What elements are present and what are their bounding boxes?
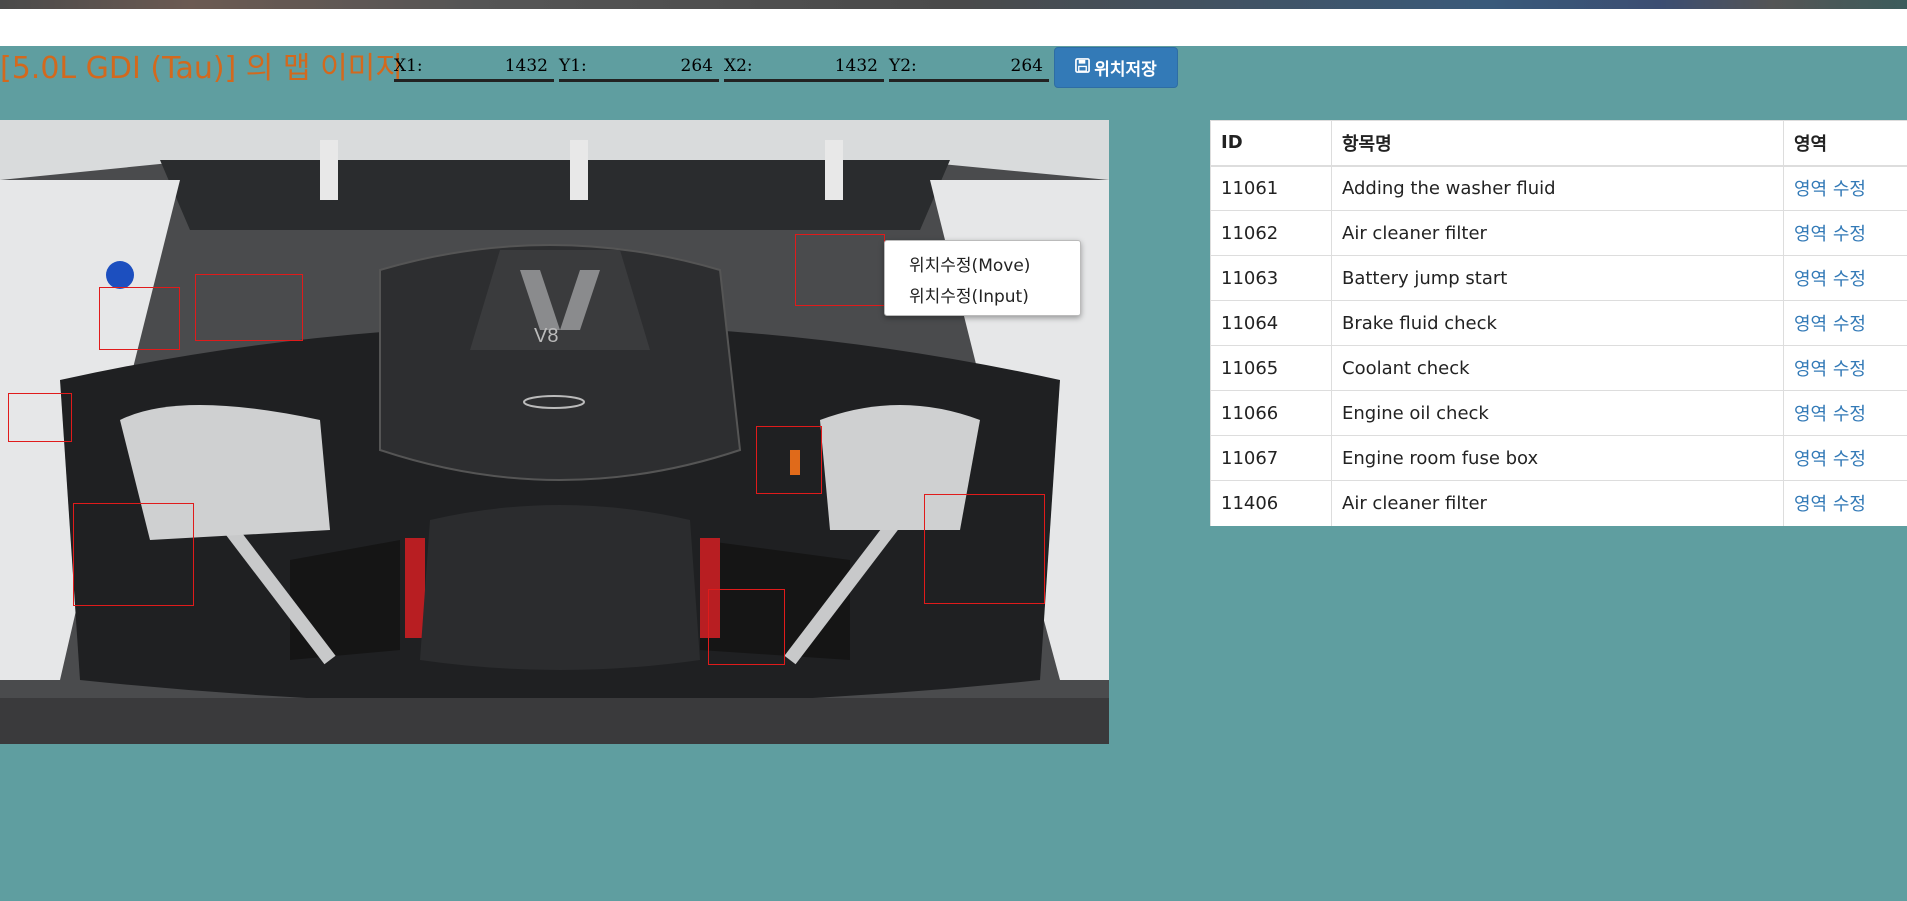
- engine-bay-illustration: V8: [0, 120, 1109, 744]
- page-title: [5.0L GDI (Tau)] 의 맵 이미지: [0, 51, 403, 86]
- row-id: 11064: [1210, 300, 1332, 346]
- y1-field[interactable]: Y1: 264: [559, 55, 719, 82]
- context-menu: 위치수정(Move) 위치수정(Input): [884, 240, 1081, 316]
- edit-area-link[interactable]: 영역 수정: [1783, 480, 1907, 526]
- col-id-header: ID: [1210, 120, 1332, 167]
- y2-value: 264: [1010, 56, 1043, 76]
- x2-value: 1432: [834, 56, 878, 76]
- edit-area-link[interactable]: 영역 수정: [1783, 345, 1907, 391]
- hotspot-engine-oil[interactable]: [756, 426, 822, 494]
- hotspot-air-filter[interactable]: [924, 494, 1045, 604]
- row-name: Adding the washer fluid: [1331, 165, 1784, 211]
- row-id: 11063: [1210, 255, 1332, 301]
- row-id: 11062: [1210, 210, 1332, 256]
- table-row: 11064 Brake fluid check 영역 수정: [1210, 300, 1907, 346]
- row-name: Engine room fuse box: [1331, 435, 1784, 481]
- table-row: 11406 Air cleaner filter 영역 수정: [1210, 480, 1907, 526]
- row-id: 11406: [1210, 480, 1332, 526]
- save-position-button[interactable]: 위치저장: [1054, 47, 1178, 88]
- y2-label: Y2:: [889, 56, 917, 76]
- x1-field[interactable]: X1: 1432: [394, 55, 554, 82]
- hotspot-battery[interactable]: [73, 503, 194, 606]
- v8-badge: V8: [534, 325, 558, 347]
- x2-field[interactable]: X2: 1432: [724, 55, 884, 82]
- engine-map-image[interactable]: V8 위치수정(Move) 위치수정(Input): [0, 120, 1109, 744]
- row-name: Engine oil check: [1331, 390, 1784, 436]
- table-row: 11066 Engine oil check 영역 수정: [1210, 390, 1907, 436]
- menu-item-input[interactable]: 위치수정(Input): [909, 282, 1029, 307]
- edit-area-link[interactable]: 영역 수정: [1783, 210, 1907, 256]
- row-name: Air cleaner filter: [1331, 480, 1784, 526]
- y1-value: 264: [680, 56, 713, 76]
- y1-label: Y1:: [559, 56, 587, 76]
- hotspot-left-cap[interactable]: [8, 393, 72, 442]
- items-table: ID 항목명 영역 11061 Adding the washer fluid …: [1210, 120, 1907, 526]
- hotspot-oil-cap[interactable]: [708, 589, 785, 665]
- row-name: Brake fluid check: [1331, 300, 1784, 346]
- edit-area-link[interactable]: 영역 수정: [1783, 300, 1907, 346]
- header-bar: [0, 9, 1907, 46]
- menu-item-move[interactable]: 위치수정(Move): [909, 251, 1030, 276]
- floppy-disk-icon: [1075, 57, 1091, 78]
- x2-label: X2:: [724, 56, 753, 76]
- edit-area-link[interactable]: 영역 수정: [1783, 390, 1907, 436]
- hotspot-washer-fluid[interactable]: [99, 287, 180, 350]
- row-id: 11067: [1210, 435, 1332, 481]
- table-row: 11062 Air cleaner filter 영역 수정: [1210, 210, 1907, 256]
- table-row: 11061 Adding the washer fluid 영역 수정: [1210, 165, 1907, 211]
- col-area-header: 영역: [1783, 120, 1907, 167]
- row-id: 11061: [1210, 165, 1332, 211]
- row-id: 11065: [1210, 345, 1332, 391]
- hotspot-fuse-box[interactable]: [195, 274, 303, 341]
- row-id: 11066: [1210, 390, 1332, 436]
- save-position-label: 위치저장: [1094, 60, 1157, 80]
- browser-top-strip: [0, 0, 1907, 9]
- hotspot-air-cleaner[interactable]: [795, 234, 885, 306]
- y2-field[interactable]: Y2: 264: [889, 55, 1049, 82]
- table-row: 11067 Engine room fuse box 영역 수정: [1210, 435, 1907, 481]
- col-name-header: 항목명: [1331, 120, 1784, 167]
- edit-area-link[interactable]: 영역 수정: [1783, 255, 1907, 301]
- row-name: Battery jump start: [1331, 255, 1784, 301]
- table-row: 11065 Coolant check 영역 수정: [1210, 345, 1907, 391]
- edit-area-link[interactable]: 영역 수정: [1783, 435, 1907, 481]
- table-header-row: ID 항목명 영역: [1210, 120, 1907, 167]
- row-name: Coolant check: [1331, 345, 1784, 391]
- edit-area-link[interactable]: 영역 수정: [1783, 165, 1907, 211]
- x1-value: 1432: [504, 56, 548, 76]
- table-row: 11063 Battery jump start 영역 수정: [1210, 255, 1907, 301]
- x1-label: X1:: [394, 56, 423, 76]
- row-name: Air cleaner filter: [1331, 210, 1784, 256]
